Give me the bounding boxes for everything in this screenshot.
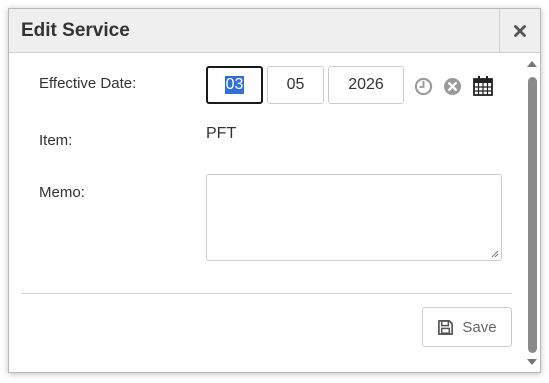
- save-button[interactable]: Save: [422, 307, 512, 347]
- item-label: Item:: [39, 132, 73, 149]
- clear-date-button[interactable]: [442, 76, 462, 96]
- footer-divider: [21, 293, 512, 294]
- year-input[interactable]: 2026: [328, 66, 404, 104]
- floppy-disk-icon: [438, 319, 454, 335]
- scrollbar-thumb[interactable]: [528, 77, 537, 353]
- effective-date-label: Effective Date:: [39, 75, 137, 92]
- month-value: 03: [224, 76, 245, 94]
- scroll-down-icon[interactable]: [527, 357, 537, 367]
- clock-icon: [414, 77, 432, 95]
- scroll-up-icon[interactable]: [527, 59, 537, 69]
- edit-service-dialog: Edit Service Effective Date: 03 05 2026: [8, 8, 541, 373]
- dialog-titlebar: Edit Service: [9, 9, 540, 53]
- close-button[interactable]: [499, 9, 540, 52]
- memo-label: Memo:: [39, 184, 85, 201]
- resize-handle-icon[interactable]: [491, 250, 499, 258]
- item-value: PFT: [206, 125, 237, 142]
- month-input[interactable]: 03: [206, 66, 263, 104]
- close-icon: [514, 24, 526, 37]
- now-button[interactable]: [413, 76, 433, 96]
- year-value: 2026: [348, 76, 384, 93]
- day-value: 05: [286, 76, 305, 93]
- day-input[interactable]: 05: [267, 66, 324, 104]
- clear-icon: [443, 77, 461, 95]
- dialog-title: Edit Service: [21, 20, 130, 41]
- vertical-scrollbar[interactable]: [524, 53, 540, 372]
- memo-textarea[interactable]: [206, 174, 502, 261]
- calendar-button[interactable]: [471, 74, 495, 98]
- save-button-label: Save: [462, 318, 497, 336]
- calendar-icon: [473, 76, 493, 96]
